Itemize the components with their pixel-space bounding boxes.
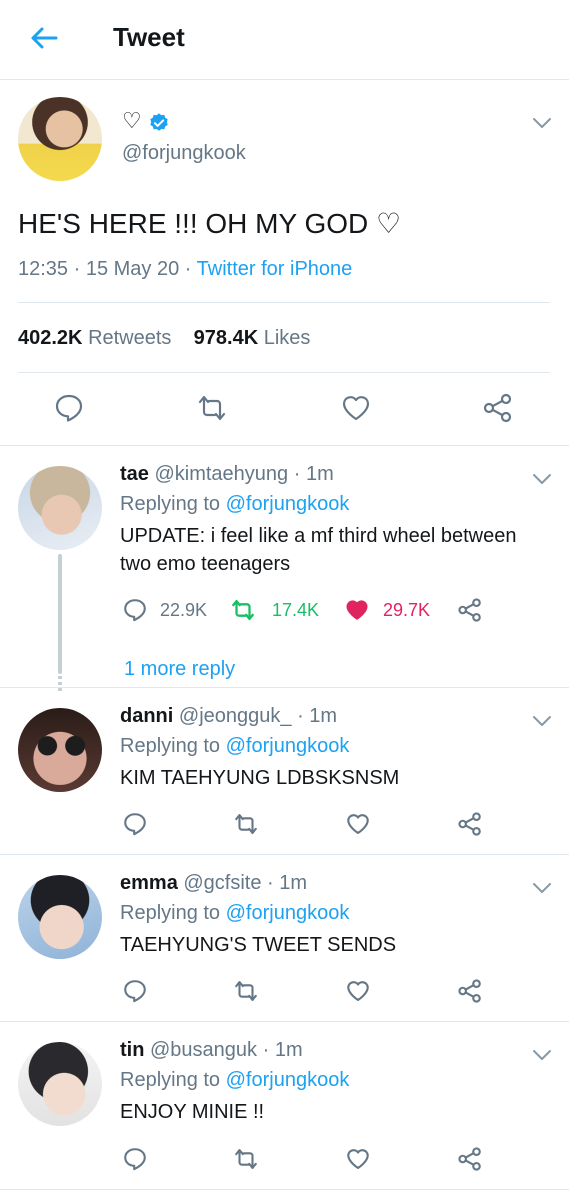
replying-to: Replying to @forjungkook xyxy=(120,1069,350,1091)
replying-to-link[interactable]: @forjungkook xyxy=(226,902,350,924)
reply-icon[interactable] xyxy=(122,811,148,837)
thread-line xyxy=(58,554,62,674)
replying-to: Replying to @forjungkook xyxy=(120,902,350,924)
divider xyxy=(18,302,550,303)
like-icon[interactable] xyxy=(345,978,371,1004)
reply-icon[interactable] xyxy=(122,597,148,623)
chevron-down-icon[interactable] xyxy=(532,472,552,486)
tweet-date: 15 May 20 xyxy=(85,258,180,280)
reply-tweet[interactable]: danni @jeongguk_ · 1m Replying to @forju… xyxy=(0,688,569,855)
reply-icon[interactable] xyxy=(53,392,85,424)
reply-tweet[interactable]: tin @busanguk · 1m Replying to @forjungk… xyxy=(0,1022,569,1190)
reply-header[interactable]: danni @jeongguk_ · 1m xyxy=(120,705,337,728)
like-icon[interactable] xyxy=(345,1146,371,1172)
share-icon[interactable] xyxy=(482,392,514,424)
tweet-meta: 12:35 · 15 May 20 · Twitter for iPhone xyxy=(18,258,353,280)
replying-to: Replying to @forjungkook xyxy=(120,735,350,757)
share-icon[interactable] xyxy=(457,1146,483,1172)
reply-icon[interactable] xyxy=(122,978,148,1004)
share-icon[interactable] xyxy=(457,978,483,1004)
top-bar: Tweet xyxy=(0,0,569,80)
avatar[interactable] xyxy=(18,875,102,959)
reply-header[interactable]: tae @kimtaehyung · 1m xyxy=(120,463,334,486)
reply-tweet[interactable]: emma @gcfsite · 1m Replying to @forjungk… xyxy=(0,855,569,1022)
tweet-source-link[interactable]: Twitter for iPhone xyxy=(197,258,353,280)
verified-badge-icon xyxy=(150,113,168,131)
author-handle[interactable]: @forjungkook xyxy=(122,142,246,165)
reply-icon[interactable] xyxy=(122,1146,148,1172)
like-icon[interactable] xyxy=(340,392,372,424)
tweet-text: HE'S HERE !!! OH MY GOD ♡ xyxy=(18,208,402,239)
retweet-icon[interactable] xyxy=(233,811,259,837)
likes-stat[interactable]: 978.4K Likes xyxy=(194,327,311,349)
main-tweet: ♡ @forjungkook HE'S HERE !!! OH MY GOD ♡… xyxy=(0,80,569,446)
replying-to: Replying to @forjungkook xyxy=(120,493,350,515)
tweet-stats: 402.2K Retweets 978.4K Likes xyxy=(18,327,310,350)
reply-text: KIM TAEHYUNG LDBSKSNSM xyxy=(120,767,400,789)
divider xyxy=(18,372,550,373)
reply-count: 22.9K xyxy=(160,600,208,620)
replying-to-link[interactable]: @forjungkook xyxy=(226,1069,350,1091)
reply-header[interactable]: tin @busanguk · 1m xyxy=(120,1039,303,1062)
author-name[interactable]: ♡ xyxy=(122,108,142,134)
avatar[interactable] xyxy=(18,466,102,550)
retweet-icon[interactable] xyxy=(230,597,256,623)
retweet-icon[interactable] xyxy=(196,392,228,424)
like-icon[interactable] xyxy=(345,811,371,837)
reply-text: UPDATE: i feel like a mf third wheel bet… xyxy=(120,525,517,575)
retweets-stat[interactable]: 402.2K Retweets xyxy=(18,327,171,349)
like-icon[interactable] xyxy=(344,597,370,623)
reply-header[interactable]: emma @gcfsite · 1m xyxy=(120,872,307,895)
share-icon[interactable] xyxy=(457,597,483,623)
avatar[interactable] xyxy=(18,1042,102,1126)
reply-text: ENJOY MINIE !! xyxy=(120,1101,265,1123)
page-title: Tweet xyxy=(113,22,185,52)
arrow-left-icon[interactable] xyxy=(28,22,60,54)
chevron-down-icon[interactable] xyxy=(532,116,552,130)
retweet-icon[interactable] xyxy=(233,978,259,1004)
chevron-down-icon[interactable] xyxy=(532,714,552,728)
more-replies-link[interactable]: 1 more reply xyxy=(124,658,235,681)
retweet-icon[interactable] xyxy=(233,1146,259,1172)
reply-text: TAEHYUNG'S TWEET SENDS xyxy=(120,934,397,956)
replying-to-link[interactable]: @forjungkook xyxy=(226,735,350,757)
avatar[interactable] xyxy=(18,708,102,792)
chevron-down-icon[interactable] xyxy=(532,881,552,895)
retweet-count: 17.4K xyxy=(272,600,320,620)
replying-to-link[interactable]: @forjungkook xyxy=(226,493,350,515)
chevron-down-icon[interactable] xyxy=(532,1048,552,1062)
share-icon[interactable] xyxy=(457,811,483,837)
reply-tweet[interactable]: tae @kimtaehyung · 1m Replying to @forju… xyxy=(0,446,569,694)
avatar[interactable] xyxy=(18,97,102,181)
tweet-time: 12:35 xyxy=(18,258,69,280)
like-count: 29.7K xyxy=(383,600,431,620)
